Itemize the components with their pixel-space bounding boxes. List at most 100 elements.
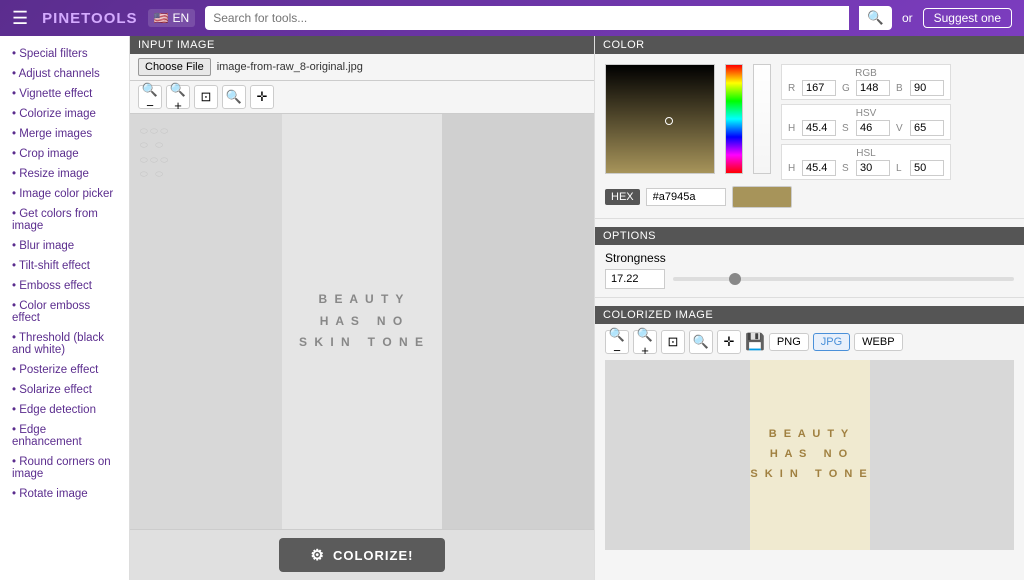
file-row: Choose File image-from-raw_8-original.jp… <box>130 54 594 81</box>
sidebar-item[interactable]: Blur image <box>0 236 129 256</box>
colorized-zoom-100[interactable]: 🔍 <box>689 330 713 354</box>
colorized-zoom-in[interactable]: 🔍+ <box>633 330 657 354</box>
hsl-title: HSL <box>788 148 944 159</box>
right-panel: COLOR RGB R G <box>594 36 1024 580</box>
g-label: G <box>842 83 850 94</box>
save-icon[interactable]: 💾 <box>745 332 765 352</box>
hsv-values-row: H S V <box>788 120 944 136</box>
strongness-input[interactable] <box>605 269 665 289</box>
rgb-title: RGB <box>788 68 944 79</box>
logo: PINETOOLS <box>42 10 137 27</box>
colorized-zoom-fit[interactable]: ⊡ <box>661 330 685 354</box>
sidebar-item[interactable]: Special filters <box>0 44 129 64</box>
language-selector[interactable]: 🇺🇸 EN <box>148 9 196 27</box>
search-button[interactable]: 🔍 <box>859 6 892 30</box>
rgb-section: RGB R G B <box>781 64 951 100</box>
s-input-hsl[interactable] <box>856 160 890 176</box>
hamburger-menu-icon[interactable]: ☰ <box>12 8 28 29</box>
zoom-controls: 🔍− 🔍+ ⊡ 🔍 ✛ <box>130 81 594 114</box>
hue-slider[interactable] <box>725 64 743 174</box>
alpha-slider[interactable] <box>753 64 771 174</box>
rgb-values-row: R G B <box>788 80 944 96</box>
search-input[interactable] <box>205 6 849 30</box>
or-label: or <box>902 11 913 25</box>
options-section: OPTIONS Strongness <box>595 218 1024 297</box>
sidebar-item[interactable]: Color emboss effect <box>0 296 129 328</box>
h-input-hsl[interactable] <box>802 160 836 176</box>
sidebar-item[interactable]: Resize image <box>0 164 129 184</box>
color-section-label: COLOR <box>595 36 1024 54</box>
format-png-button[interactable]: PNG <box>769 333 809 351</box>
hex-color-preview <box>732 186 792 208</box>
sidebar-item[interactable]: Vignette effect <box>0 84 129 104</box>
hex-input[interactable] <box>646 188 726 206</box>
hsv-title: HSV <box>788 108 944 119</box>
h-input-hsv[interactable] <box>802 120 836 136</box>
r-input[interactable] <box>802 80 836 96</box>
flag-icon: 🇺🇸 <box>154 11 169 25</box>
header: ☰ PINETOOLS 🇺🇸 EN 🔍 or Suggest one <box>0 0 1024 36</box>
zoom-fit-button[interactable]: ⊡ <box>194 85 218 109</box>
sidebar-item[interactable]: Edge enhancement <box>0 420 129 452</box>
colorize-label: COLORIZE! <box>333 548 414 563</box>
v-input[interactable] <box>910 120 944 136</box>
sidebar-item[interactable]: Rotate image <box>0 484 129 504</box>
sidebar-item[interactable]: Colorize image <box>0 104 129 124</box>
format-jpg-button[interactable]: JPG <box>813 333 850 351</box>
color-gradient-picker[interactable] <box>605 64 715 174</box>
sidebar-item[interactable]: Image color picker <box>0 184 129 204</box>
colorized-zoom-plus[interactable]: ✛ <box>717 330 741 354</box>
s-input-hsv[interactable] <box>856 120 890 136</box>
file-name-label: image-from-raw_8-original.jpg <box>217 61 363 73</box>
logo-pine: PINE <box>42 10 81 27</box>
zoom-in-button[interactable]: 🔍+ <box>166 85 190 109</box>
center-panel: INPUT IMAGE Choose File image-from-raw_8… <box>130 36 594 580</box>
sidebar-item[interactable]: Merge images <box>0 124 129 144</box>
hsl-values-row: H S L <box>788 160 944 176</box>
zoom-100-button[interactable]: 🔍 <box>222 85 246 109</box>
sidebar-item[interactable]: Edge detection <box>0 400 129 420</box>
colorized-preview-center: B E A U T Y H A S N O S K I N T O N E <box>750 360 870 550</box>
sidebar-item[interactable]: Get colors from image <box>0 204 129 236</box>
sidebar-item[interactable]: Adjust channels <box>0 64 129 84</box>
colorized-scrabble: B E A U T Y H A S N O S K I N T O N E <box>750 425 868 484</box>
strongness-row <box>605 269 1014 289</box>
format-webp-button[interactable]: WEBP <box>854 333 902 351</box>
zoom-plus-button[interactable]: ✛ <box>250 85 274 109</box>
b-input[interactable] <box>910 80 944 96</box>
colorized-section: COLORIZED IMAGE 🔍− 🔍+ ⊡ 🔍 ✛ 💾 PNG JPG WE… <box>595 297 1024 558</box>
zoom-out-button[interactable]: 🔍− <box>138 85 162 109</box>
sidebar-item[interactable]: Crop image <box>0 144 129 164</box>
colorized-preview-right <box>870 360 1015 550</box>
strongness-label: Strongness <box>605 251 1014 265</box>
sidebar-item[interactable]: Posterize effect <box>0 360 129 380</box>
choose-file-button[interactable]: Choose File <box>138 58 211 76</box>
image-left-section: ⬭ ⬭ ⬭⬭ ⬭⬭ ⬭ ⬭⬭ ⬭ <box>130 114 282 529</box>
s-label-hsl: S <box>842 163 850 174</box>
colorize-button[interactable]: ⚙ COLORIZE! <box>279 538 446 572</box>
suggest-button[interactable]: Suggest one <box>923 8 1012 28</box>
scrabble-tiles: B E A U T Y H A S N O S K I N T O N E <box>299 289 425 354</box>
main-layout: Special filtersAdjust channelsVignette e… <box>0 36 1024 580</box>
sidebar-item[interactable]: Tilt-shift effect <box>0 256 129 276</box>
colorize-bar: ⚙ COLORIZE! <box>130 529 594 580</box>
input-image-section-label: INPUT IMAGE <box>130 36 594 54</box>
image-canvas: ⬭ ⬭ ⬭⬭ ⬭⬭ ⬭ ⬭⬭ ⬭ B E A U T Y H A S N O S… <box>130 114 594 529</box>
hsv-section: HSV H S V <box>781 104 951 140</box>
sidebar-item[interactable]: Round corners on image <box>0 452 129 484</box>
h-label-hsl: H <box>788 163 796 174</box>
sidebar-item[interactable]: Emboss effect <box>0 276 129 296</box>
colorized-zoom-out[interactable]: 🔍− <box>605 330 629 354</box>
image-placeholder: ⬭ ⬭ ⬭⬭ ⬭⬭ ⬭ ⬭⬭ ⬭ B E A U T Y H A S N O S… <box>130 114 594 529</box>
v-label: V <box>896 123 904 134</box>
g-input[interactable] <box>856 80 890 96</box>
l-input[interactable] <box>910 160 944 176</box>
lang-label: EN <box>173 11 190 25</box>
sidebar-item[interactable]: Threshold (black and white) <box>0 328 129 360</box>
image-right-section <box>442 114 594 529</box>
colorized-section-label: COLORIZED IMAGE <box>595 306 1024 324</box>
r-label: R <box>788 83 796 94</box>
sidebar-item[interactable]: Solarize effect <box>0 380 129 400</box>
sidebar: Special filtersAdjust channelsVignette e… <box>0 36 130 580</box>
strongness-slider[interactable] <box>673 277 1014 281</box>
